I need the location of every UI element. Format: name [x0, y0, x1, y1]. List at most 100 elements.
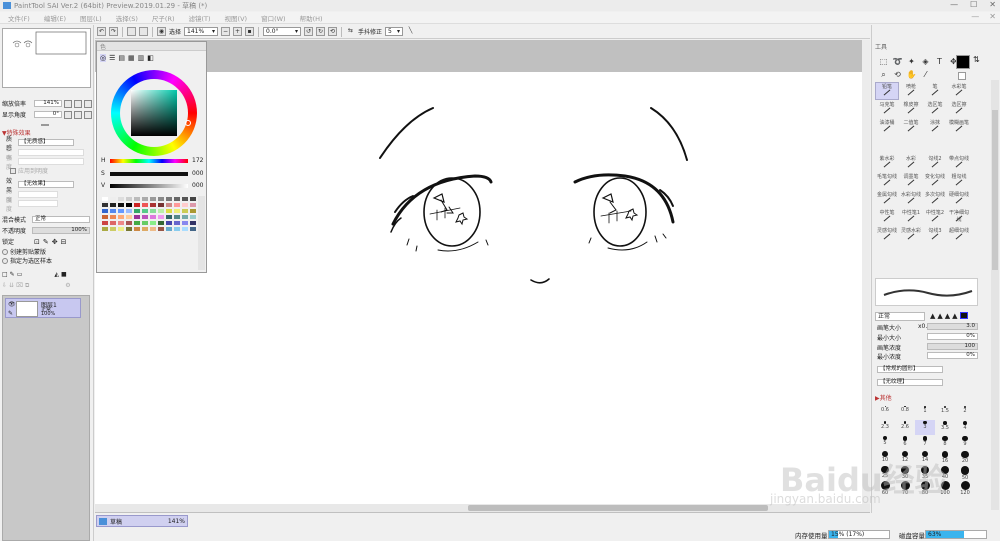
wheel-tab-icon[interactable]: ◎	[100, 54, 107, 62]
color-wheel[interactable]	[111, 70, 197, 156]
brush-slot[interactable]: 笔	[923, 82, 947, 100]
other-settings-header[interactable]: ▶其他	[875, 393, 892, 402]
brush-slot[interactable]: 毛笔勾线	[875, 172, 899, 190]
brush-size-slider[interactable]: 3.0	[927, 323, 978, 330]
layer-list[interactable]: 👁 ✎ 图层1 正常 100%	[2, 295, 90, 541]
doc-close-icon[interactable]: ✕	[989, 12, 996, 21]
selection-visible-checkbox[interactable]: ◉	[157, 27, 166, 36]
undo-icon[interactable]: ↶	[97, 27, 106, 36]
brush-slot[interactable]: 选区擦	[947, 100, 971, 118]
color-swatch[interactable]	[109, 226, 117, 232]
rotate-left-icon[interactable]: ↺	[304, 27, 314, 36]
mixer-tab-icon[interactable]: ▦	[128, 54, 135, 62]
menu-ruler[interactable]: 尺子(R)	[152, 13, 175, 23]
blend-select[interactable]: 正常	[32, 216, 90, 223]
brush-texture-select[interactable]: 【无纹理】	[877, 379, 943, 386]
clip-checkbox[interactable]	[2, 248, 8, 255]
brush-slot[interactable]: 勾线3	[923, 226, 947, 244]
text-icon[interactable]: T	[934, 56, 945, 67]
angle-select[interactable]: 0.0° ▾	[263, 27, 302, 36]
flip-icon[interactable]: ⇆	[346, 27, 355, 36]
drawing-canvas[interactable]	[95, 72, 870, 509]
color-swatch[interactable]	[157, 226, 165, 232]
effect-strength-field[interactable]	[18, 200, 58, 207]
transparent-color-swatch[interactable]	[958, 72, 966, 80]
color-swatch[interactable]	[101, 226, 109, 232]
menu-select[interactable]: 选择(S)	[116, 13, 138, 23]
brush-slot[interactable]: 水彩笔	[947, 82, 971, 100]
magic-wand-icon[interactable]: ✦	[906, 56, 917, 67]
effect-select[interactable]: 【无效果】	[18, 181, 74, 188]
brush-slot[interactable]: 喷枪	[899, 82, 923, 100]
brightness-checkbox[interactable]	[10, 167, 16, 174]
brush-slot[interactable]: 灵感水彩	[899, 226, 923, 244]
brush-slot[interactable]: 灵感勾线	[875, 226, 899, 244]
horizontal-scroll-thumb[interactable]	[468, 505, 768, 511]
size-preset[interactable]: 0.6	[875, 405, 895, 420]
rect-select-icon[interactable]: ⬚	[878, 56, 889, 67]
brush-density-slider[interactable]: 100	[927, 343, 978, 350]
eyedropper-icon[interactable]: ⁄	[920, 69, 931, 80]
right-scroll-thumb[interactable]	[992, 110, 998, 270]
color-swatch[interactable]	[189, 226, 197, 232]
menu-file[interactable]: 文件(F)	[8, 13, 30, 23]
deselect-icon[interactable]	[127, 27, 136, 36]
paper-select[interactable]: 【无质感】	[18, 139, 74, 146]
brush-blend-select[interactable]: 正常	[875, 312, 925, 321]
size-preset[interactable]: 5	[875, 435, 895, 450]
brush-slot[interactable]: 水彩勾线	[899, 190, 923, 208]
brush-slot[interactable]: 模糊画笔	[947, 118, 971, 136]
document-tab[interactable]: 草稿 141%	[96, 515, 188, 527]
brush-slot[interactable]: 二值笔	[899, 118, 923, 136]
primary-color-swatch[interactable]	[956, 55, 970, 69]
brush-slot[interactable]: 调墨笔	[899, 172, 923, 190]
size-preset[interactable]: 3.5	[935, 420, 955, 435]
rotate-icon[interactable]: ⟲	[892, 69, 903, 80]
maximize-icon[interactable]: ☐	[970, 0, 977, 9]
swap-colors-icon[interactable]: ⇅	[973, 55, 980, 64]
new-folder-icon[interactable]: ▭	[17, 271, 23, 278]
brush-slot[interactable]: 马克笔	[875, 100, 899, 118]
ref-checkbox[interactable]	[2, 257, 8, 264]
size-preset[interactable]: 3	[915, 420, 935, 435]
size-preset[interactable]: 8	[935, 435, 955, 450]
brush-slot[interactable]: 超细勾线	[947, 226, 971, 244]
size-preset[interactable]: 2.6	[895, 420, 915, 435]
scratchpad-tab-icon[interactable]: ◧	[147, 54, 154, 62]
zoom-select[interactable]: 141% ▾	[184, 27, 219, 36]
brush-slot[interactable]: 勾线2	[923, 154, 947, 172]
brush-slot[interactable]: 中性笔	[875, 208, 899, 226]
size-preset[interactable]: 1	[915, 405, 935, 420]
brush-slot[interactable]: 铅笔	[875, 82, 899, 100]
new-vector-layer-icon[interactable]: ✎	[10, 271, 15, 278]
strength-field[interactable]	[18, 158, 84, 165]
zoom-out-icon[interactable]: −	[221, 27, 231, 36]
menu-window[interactable]: 窗口(W)	[261, 13, 286, 23]
layer-merge-icon[interactable]: ⇊	[9, 282, 14, 289]
color-swatch[interactable]	[173, 226, 181, 232]
layer-settings-icon[interactable]: ⚙	[65, 282, 70, 289]
brush-slot[interactable]: 干净细勾线	[947, 208, 971, 226]
size-preset[interactable]: 9	[955, 435, 975, 450]
color-swatch[interactable]	[149, 226, 157, 232]
doc-minimize-icon[interactable]: —	[971, 12, 979, 21]
size-preset[interactable]: 7	[915, 435, 935, 450]
stabilizer-select[interactable]: 5 ▾	[385, 27, 404, 36]
brush-slot[interactable]: 中性笔2	[923, 208, 947, 226]
brush-slot[interactable]: 中性笔1	[899, 208, 923, 226]
rotate-ccw-button[interactable]	[64, 110, 72, 119]
rotate-reset-icon[interactable]: ⟲	[328, 27, 338, 36]
canvas-area[interactable]	[95, 40, 870, 513]
layer-clear-icon[interactable]: ⌧	[16, 282, 23, 289]
zoom-out-button[interactable]	[64, 99, 72, 108]
size-preset[interactable]: 2	[955, 405, 975, 420]
brush-slot[interactable]: 紫水彩	[875, 154, 899, 172]
brush-slot[interactable]: 硬细勾线	[947, 190, 971, 208]
size-preset[interactable]: 2.3	[875, 420, 895, 435]
brush-slot[interactable]: 油漆桶	[875, 118, 899, 136]
color-swatch[interactable]	[117, 226, 125, 232]
brush-slot[interactable]: 橡皮擦	[899, 100, 923, 118]
brush-slot[interactable]: 粗勾线	[947, 172, 971, 190]
v-slider[interactable]	[110, 184, 188, 188]
canvas-vertical-scrollbar[interactable]	[862, 40, 870, 504]
